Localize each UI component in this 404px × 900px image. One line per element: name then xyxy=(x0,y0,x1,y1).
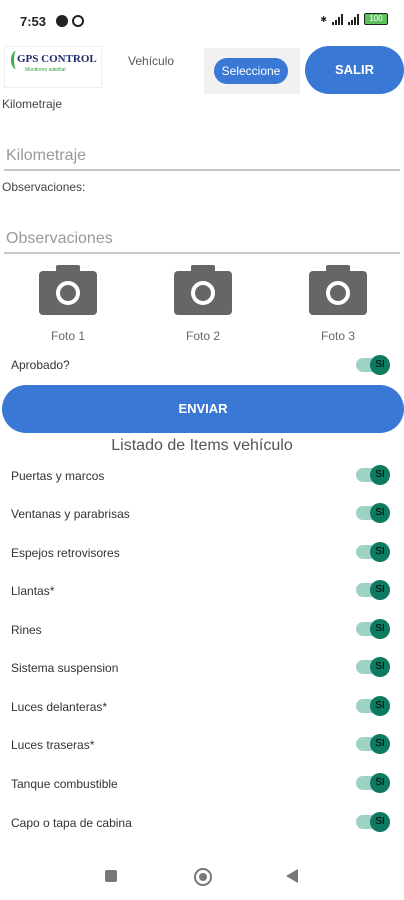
notification-icon xyxy=(56,15,68,27)
approved-label: Aprobado? xyxy=(11,358,70,372)
item-toggle[interactable]: SI xyxy=(356,503,392,523)
item-toggle[interactable]: SI xyxy=(356,619,392,639)
photo-2-button[interactable]: Foto 2 xyxy=(168,265,238,343)
camera-icon xyxy=(39,265,97,315)
item-toggle-thumb: SI xyxy=(370,773,390,793)
approved-toggle[interactable]: SI xyxy=(356,355,392,375)
items-list-title: Listado de Items vehículo xyxy=(111,437,293,454)
item-toggle[interactable]: SI xyxy=(356,812,392,832)
item-toggle-thumb: SI xyxy=(370,580,390,600)
status-bar: 7:53 ✱ 100 xyxy=(0,0,404,40)
status-time: 7:53 xyxy=(20,14,47,29)
camera-icon xyxy=(309,265,367,315)
vehicle-select-button[interactable]: Seleccione xyxy=(214,58,288,84)
photo-3-label: Foto 3 xyxy=(320,329,356,343)
item-label: Puertas y marcos xyxy=(11,469,105,483)
item-toggle-thumb: SI xyxy=(370,619,390,639)
signal-icon xyxy=(332,13,343,25)
item-label: Llantas* xyxy=(11,584,55,598)
item-toggle[interactable]: SI xyxy=(356,657,392,677)
app-header: GPS CONTROL Monitoreo satelital Vehículo… xyxy=(0,44,404,96)
item-toggle-thumb: SI xyxy=(370,734,390,754)
logo-text: GPS CONTROL xyxy=(17,53,97,65)
photo-2-label: Foto 2 xyxy=(185,329,221,343)
status-notification-icons xyxy=(56,15,84,27)
item-label: Espejos retrovisores xyxy=(11,546,120,560)
item-toggle-thumb: SI xyxy=(370,465,390,485)
signal-icon-2 xyxy=(348,13,359,25)
km-placeholder: Kilometraje xyxy=(6,147,87,164)
item-label: Capo o tapa de cabina xyxy=(11,816,132,830)
bluetooth-icon: ✱ xyxy=(320,14,327,24)
approved-toggle-thumb: SI xyxy=(370,355,390,375)
item-toggle-thumb: SI xyxy=(370,812,390,832)
vehicle-select[interactable]: Seleccione xyxy=(204,48,300,94)
item-label: Luces traseras* xyxy=(11,738,95,752)
item-toggle[interactable]: SI xyxy=(356,465,392,485)
item-toggle[interactable]: SI xyxy=(356,580,392,600)
item-toggle-thumb: SI xyxy=(370,503,390,523)
home-icon[interactable] xyxy=(194,868,212,886)
gps-control-logo: GPS CONTROL Monitoreo satelital xyxy=(4,46,102,88)
camera-icon xyxy=(174,265,232,315)
km-input[interactable]: Kilometraje xyxy=(4,143,400,171)
back-icon[interactable] xyxy=(286,869,298,883)
item-label: Luces delanteras* xyxy=(11,700,108,714)
item-toggle[interactable]: SI xyxy=(356,542,392,562)
item-label: Tanque combustible xyxy=(11,777,118,791)
item-toggle-thumb: SI xyxy=(370,657,390,677)
item-toggle-thumb: SI xyxy=(370,696,390,716)
item-label: Sistema suspension xyxy=(11,661,119,675)
photo-3-button[interactable]: Foto 3 xyxy=(303,265,373,343)
km-label: Kilometraje xyxy=(2,97,63,111)
status-system-icons: ✱ 100 xyxy=(320,13,388,25)
item-toggle-thumb: SI xyxy=(370,542,390,562)
salir-button[interactable]: SALIR xyxy=(305,46,404,94)
logo-subtitle: Monitoreo satelital xyxy=(25,67,66,73)
item-toggle[interactable]: SI xyxy=(356,773,392,793)
observations-input[interactable]: Observaciones xyxy=(4,226,400,254)
item-label: Rines xyxy=(11,623,42,637)
recents-icon[interactable] xyxy=(105,870,117,882)
observations-label: Observaciones: xyxy=(2,180,86,194)
system-nav-bar xyxy=(0,852,404,900)
photo-1-label: Foto 1 xyxy=(50,329,86,343)
item-toggle[interactable]: SI xyxy=(356,696,392,716)
photo-1-button[interactable]: Foto 1 xyxy=(33,265,103,343)
item-label: Ventanas y parabrisas xyxy=(11,507,130,521)
item-toggle[interactable]: SI xyxy=(356,734,392,754)
battery-icon: 100 xyxy=(364,13,388,25)
enviar-button[interactable]: ENVIAR xyxy=(2,385,404,433)
vehicle-label: Vehículo xyxy=(128,54,175,68)
observations-placeholder: Observaciones xyxy=(6,230,113,247)
notification-ring-icon xyxy=(72,15,84,27)
